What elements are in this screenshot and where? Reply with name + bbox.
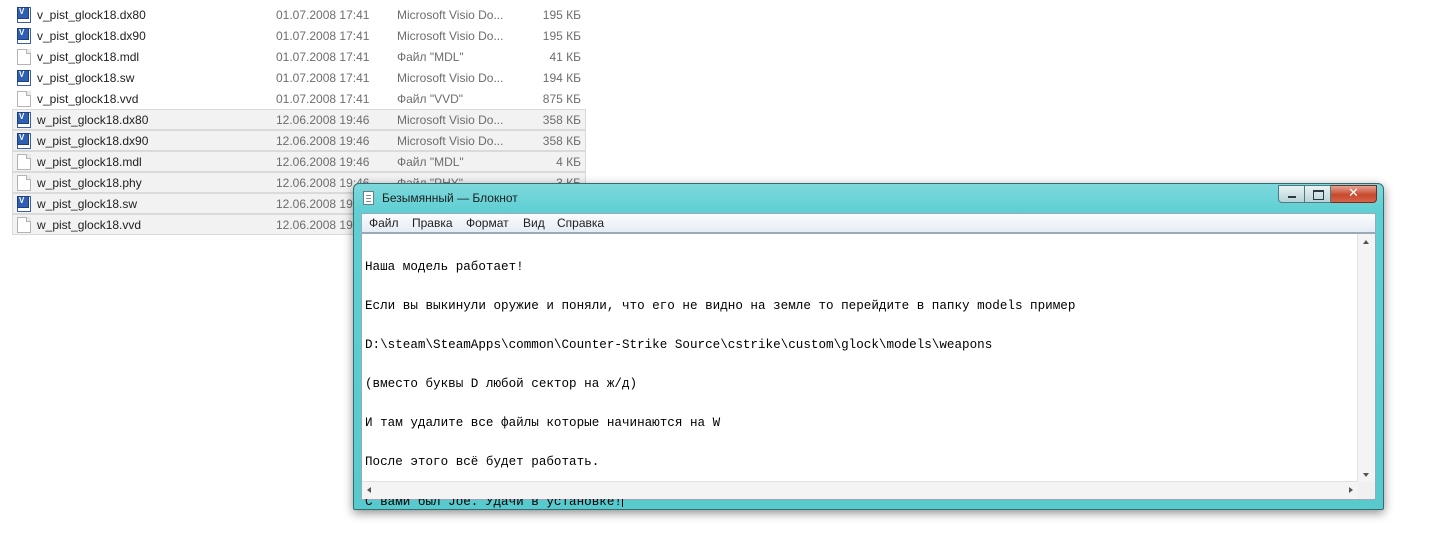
menu-bar: Файл Правка Формат Вид Справка [361,213,1376,233]
file-icon [17,217,31,233]
file-name: w_pist_glock18.phy [37,176,142,190]
file-name: v_pist_glock18.dx80 [37,8,146,22]
text-line: Если вы выкинули оружие и поняли, что ег… [365,299,1076,313]
file-row[interactable]: v_pist_glock18.mdl 01.07.2008 17:41 Файл "… [12,46,586,67]
file-icon [17,154,31,170]
visio-icon [17,7,31,23]
file-size: 195 КБ [542,8,581,22]
scroll-down-arrow-icon[interactable] [1363,473,1369,477]
file-row[interactable]: v_pist_glock18.dx90 01.07.2008 17:41 Micro… [12,25,586,46]
visio-icon [17,70,31,86]
title-bar[interactable]: Безымянный — Блокнот ✕ [354,184,1383,212]
scroll-up-arrow-icon[interactable] [1363,240,1369,244]
file-row[interactable]: w_pist_glock18.mdl 12.06.2008 19:46 Файл "… [12,151,586,172]
file-type: Microsoft Visio Do... [397,113,504,127]
file-name: w_pist_glock18.dx80 [37,113,149,127]
file-type: Microsoft Visio Do... [397,134,504,148]
menu-format[interactable]: Формат [466,216,509,230]
scroll-right-arrow-icon[interactable] [1349,487,1353,493]
file-date: 01.07.2008 17:41 [276,92,370,106]
file-size: 195 КБ [542,29,581,43]
file-row[interactable]: v_pist_glock18.vvd 01.07.2008 17:41 Файл "… [12,88,586,109]
file-name: w_pist_glock18.sw [37,197,138,211]
file-type: Microsoft Visio Do... [397,29,504,43]
window-title: Безымянный — Блокнот [382,191,518,205]
file-date: 12.06.2008 19:46 [276,113,370,127]
file-icon [17,175,31,191]
file-size: 194 КБ [542,71,581,85]
minimize-button[interactable] [1278,185,1305,203]
file-type: Файл "MDL" [397,50,464,64]
file-icon [17,91,31,107]
text-line: И там удалите все файлы которые начинают… [365,416,721,430]
file-type: Файл "MDL" [397,155,464,169]
file-type: Microsoft Visio Do... [397,8,504,22]
file-date: 01.07.2008 17:41 [276,8,370,22]
file-size: 4 КБ [556,155,581,169]
file-name: w_pist_glock18.vvd [37,218,142,232]
file-size: 358 КБ [542,134,581,148]
file-name: w_pist_glock18.mdl [37,155,142,169]
maximize-button[interactable] [1305,185,1331,203]
file-row[interactable]: w_pist_glock18.dx80 12.06.2008 19:46 Micro… [12,109,586,130]
file-row[interactable]: v_pist_glock18.dx80 01.07.2008 17:41 Micro… [12,4,586,25]
menu-file[interactable]: Файл [369,216,399,230]
file-row[interactable]: w_pist_glock18.dx90 12.06.2008 19:46 Micro… [12,130,586,151]
window-controls: ✕ [1278,185,1377,204]
visio-icon [17,133,31,149]
text-line: Наша модель работает! [365,260,524,274]
file-size: 358 КБ [542,113,581,127]
scroll-left-arrow-icon[interactable] [367,487,371,493]
text-editor[interactable]: Наша модель работает! Если вы выкинули о… [361,233,1376,509]
file-type: Microsoft Visio Do... [397,71,504,85]
file-name: v_pist_glock18.mdl [37,50,140,64]
file-name: w_pist_glock18.dx90 [37,134,149,148]
visio-icon [17,112,31,128]
scrollbar-corner [1358,482,1375,499]
horizontal-scrollbar[interactable] [362,481,1358,499]
file-name: v_pist_glock18.sw [37,71,135,85]
file-row[interactable]: v_pist_glock18.sw 01.07.2008 17:41 Microso… [12,67,586,88]
vertical-scrollbar[interactable] [1357,234,1375,482]
visio-icon [17,196,31,212]
file-name: v_pist_glock18.vvd [37,92,139,106]
notepad-window[interactable]: Безымянный — Блокнот ✕ Файл Правка Форма… [353,183,1384,510]
file-size: 875 КБ [542,92,581,106]
visio-icon [17,28,31,44]
editor-text[interactable]: Наша модель работает! Если вы выкинули о… [365,235,1355,509]
menu-view[interactable]: Вид [523,216,545,230]
file-name: v_pist_glock18.dx90 [37,29,146,43]
file-date: 12.06.2008 19:46 [276,134,370,148]
file-date: 01.07.2008 17:41 [276,29,370,43]
text-line: (вместо буквы D любой сектор на ж/д) [365,377,638,391]
text-line: После этого всё будет работать. [365,455,600,469]
text-line: D:\steam\SteamApps\common\Counter-Strike… [365,338,993,352]
file-date: 12.06.2008 19:46 [276,155,370,169]
close-icon: ✕ [1348,186,1359,201]
file-size: 41 КБ [549,50,581,64]
file-date: 01.07.2008 17:41 [276,50,370,64]
menu-help[interactable]: Справка [557,216,604,230]
file-date: 01.07.2008 17:41 [276,71,370,85]
close-button[interactable]: ✕ [1331,185,1377,203]
menu-edit[interactable]: Правка [412,216,453,230]
file-icon [17,49,31,65]
notepad-icon [363,191,374,205]
file-type: Файл "VVD" [397,92,464,106]
